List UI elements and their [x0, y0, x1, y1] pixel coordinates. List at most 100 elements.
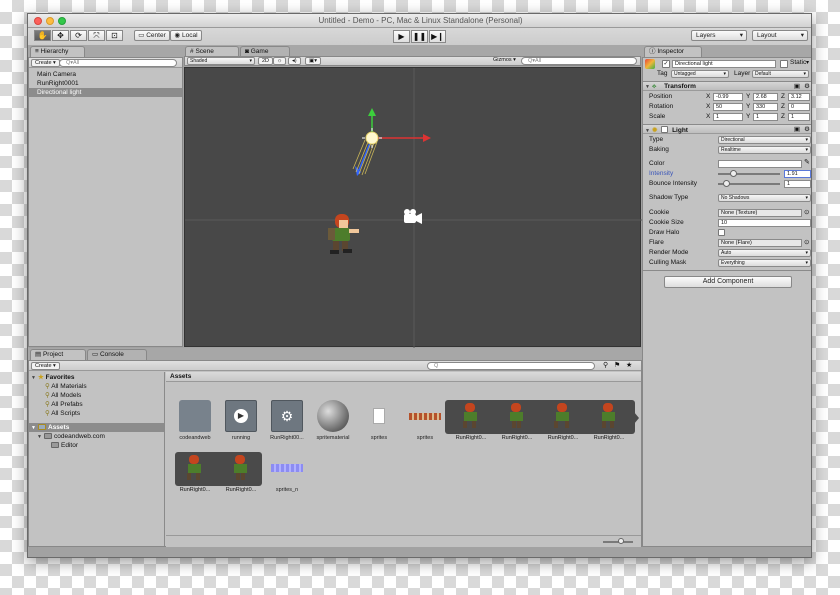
position-z-field[interactable]: 3.12: [788, 93, 810, 101]
project-create-button[interactable]: Create ▾: [31, 362, 60, 370]
object-name-field[interactable]: Directional light: [672, 60, 776, 68]
asset-runright-frame-1[interactable]: RunRight0...: [448, 400, 494, 441]
assets-breadcrumb[interactable]: Assets: [166, 372, 641, 382]
zoom-window-button[interactable]: [58, 17, 66, 25]
rotation-z-field[interactable]: 0: [788, 103, 810, 111]
asset-sprites-sheet[interactable]: sprites: [402, 400, 448, 441]
camera-gizmo[interactable]: [404, 209, 422, 224]
intensity-field[interactable]: 1.91: [784, 170, 811, 178]
filter-label-icon[interactable]: ⚑: [614, 361, 620, 369]
eyedropper-icon[interactable]: ✎: [804, 158, 810, 166]
favorite-star-icon[interactable]: ★: [626, 361, 632, 369]
scene-effects-button[interactable]: ▣▾: [305, 57, 321, 65]
pivot-center-button[interactable]: ▭ Center: [134, 30, 170, 41]
scale-tool-button[interactable]: ⤧: [88, 30, 105, 41]
sheet-collapse-arrow-icon[interactable]: [634, 412, 639, 424]
transform-header[interactable]: ▼ ⟡ Transform ▣ ⚙: [643, 81, 811, 91]
baking-dropdown[interactable]: Realtime: [718, 146, 811, 154]
draw-halo-checkbox[interactable]: [718, 229, 725, 236]
scale-x-field[interactable]: 1: [713, 113, 743, 121]
folder-editor[interactable]: Editor: [51, 441, 78, 450]
help-icon[interactable]: ▣: [794, 82, 800, 91]
shadow-type-dropdown[interactable]: No Shadows: [718, 194, 811, 202]
pivot-space-button[interactable]: ◉ Local: [170, 30, 202, 41]
scale-z-field[interactable]: 1: [788, 113, 810, 121]
asset-sprites-normal[interactable]: sprites_n: [264, 452, 310, 493]
close-window-button[interactable]: [34, 17, 42, 25]
tab-hierarchy[interactable]: ≡ Hierarchy: [30, 46, 85, 57]
step-button[interactable]: ▶❙: [429, 30, 446, 43]
asset-runright-frame-3[interactable]: RunRight0...: [540, 400, 586, 441]
play-button[interactable]: ▶: [393, 30, 410, 43]
2d-toggle-button[interactable]: 2D: [258, 57, 274, 65]
hierarchy-search-input[interactable]: Q▾All: [59, 59, 177, 67]
light-type-dropdown[interactable]: Directional: [718, 136, 811, 144]
gear-icon[interactable]: ⚙: [804, 82, 810, 91]
culling-mask-dropdown[interactable]: Everything: [718, 259, 811, 267]
cookie-field[interactable]: None (Texture): [718, 209, 802, 217]
light-header[interactable]: ▼ ✹ Light ▣ ⚙: [643, 124, 811, 134]
scene-view[interactable]: [184, 67, 642, 348]
minimize-window-button[interactable]: [46, 17, 54, 25]
directional-light-gizmo[interactable]: [352, 108, 431, 176]
asset-runright-frame-4[interactable]: RunRight0...: [586, 400, 632, 441]
active-checkbox[interactable]: ✓: [662, 60, 670, 68]
scene-search-input[interactable]: Q▾All: [521, 57, 637, 65]
position-x-field[interactable]: -0.99: [713, 93, 743, 101]
folder-codeandweb[interactable]: ▼ codeandweb.com: [37, 432, 105, 441]
position-y-field[interactable]: 2.68: [753, 93, 778, 101]
pause-button[interactable]: ❚❚: [411, 30, 428, 43]
tag-dropdown[interactable]: Untagged: [671, 70, 729, 78]
assets-root-folder[interactable]: ▼ Assets: [29, 423, 164, 432]
tab-console[interactable]: ▭ Console: [87, 349, 147, 360]
object-picker-icon[interactable]: ⊙: [804, 208, 809, 216]
bounce-slider-thumb[interactable]: [722, 180, 730, 187]
move-tool-button[interactable]: ✥: [52, 30, 69, 41]
object-picker-icon[interactable]: ⊙: [804, 238, 809, 246]
scene-audio-button[interactable]: ◂): [288, 57, 301, 65]
asset-running[interactable]: ▶ running: [218, 400, 264, 441]
hierarchy-item-runright0001[interactable]: RunRight0001: [29, 79, 182, 88]
favorite-item-all-prefabs[interactable]: ⚲ All Prefabs: [45, 400, 83, 409]
gizmos-dropdown[interactable]: Gizmos ▾: [490, 57, 519, 65]
color-swatch[interactable]: [718, 160, 802, 168]
asset-sprites-text[interactable]: sprites: [356, 400, 402, 441]
tab-project[interactable]: ▤ Project: [30, 349, 86, 360]
gear-icon[interactable]: ⚙: [804, 125, 810, 134]
layout-dropdown[interactable]: Layout ▾: [752, 30, 808, 41]
hierarchy-item-directional-light[interactable]: Directional light: [29, 88, 182, 97]
asset-runright-frame-6[interactable]: RunRight0...: [218, 452, 264, 493]
layer-dropdown[interactable]: Default: [752, 70, 809, 78]
asset-runright-frame-2[interactable]: RunRight0...: [494, 400, 540, 441]
asset-runright-frame-5[interactable]: RunRight0...: [172, 452, 218, 493]
hierarchy-item-main-camera[interactable]: Main Camera: [29, 70, 182, 79]
help-icon[interactable]: ▣: [794, 125, 800, 134]
light-enabled-checkbox[interactable]: [661, 126, 669, 133]
bounce-intensity-field[interactable]: 1: [784, 180, 811, 188]
scale-y-field[interactable]: 1: [753, 113, 778, 121]
hierarchy-create-button[interactable]: Create ▾: [31, 59, 60, 67]
scene-lighting-button[interactable]: ☼: [273, 57, 287, 65]
filter-type-icon[interactable]: ⚲: [603, 361, 608, 369]
rotation-x-field[interactable]: 50: [713, 103, 743, 111]
flare-field[interactable]: None (Flare): [718, 239, 802, 247]
static-checkbox[interactable]: [780, 60, 788, 68]
asset-spritematerial[interactable]: spritematerial: [310, 400, 356, 441]
asset-codeandweb-folder[interactable]: codeandweb: [172, 400, 218, 441]
asset-runright-prefab[interactable]: ⚙ RunRight00...: [264, 400, 310, 441]
rotation-y-field[interactable]: 330: [753, 103, 778, 111]
tab-inspector[interactable]: ⓘ Inspector: [644, 46, 702, 57]
add-component-button[interactable]: Add Component: [664, 276, 792, 288]
favorites-header[interactable]: ▼ ★ Favorites: [31, 373, 75, 382]
shading-mode-dropdown[interactable]: Shaded: [187, 57, 255, 65]
rect-tool-button[interactable]: ⊡: [106, 30, 123, 41]
thumbnail-size-slider-thumb[interactable]: [618, 538, 624, 544]
hand-tool-button[interactable]: ✋: [34, 30, 51, 41]
intensity-slider-thumb[interactable]: [729, 170, 737, 177]
render-mode-dropdown[interactable]: Auto: [718, 249, 811, 257]
cookie-size-field[interactable]: 10: [718, 219, 811, 227]
rotate-tool-button[interactable]: ⟳: [70, 30, 87, 41]
favorite-item-all-models[interactable]: ⚲ All Models: [45, 391, 81, 400]
layers-dropdown[interactable]: Layers ▾: [691, 30, 747, 41]
intensity-slider-track[interactable]: [718, 173, 780, 175]
